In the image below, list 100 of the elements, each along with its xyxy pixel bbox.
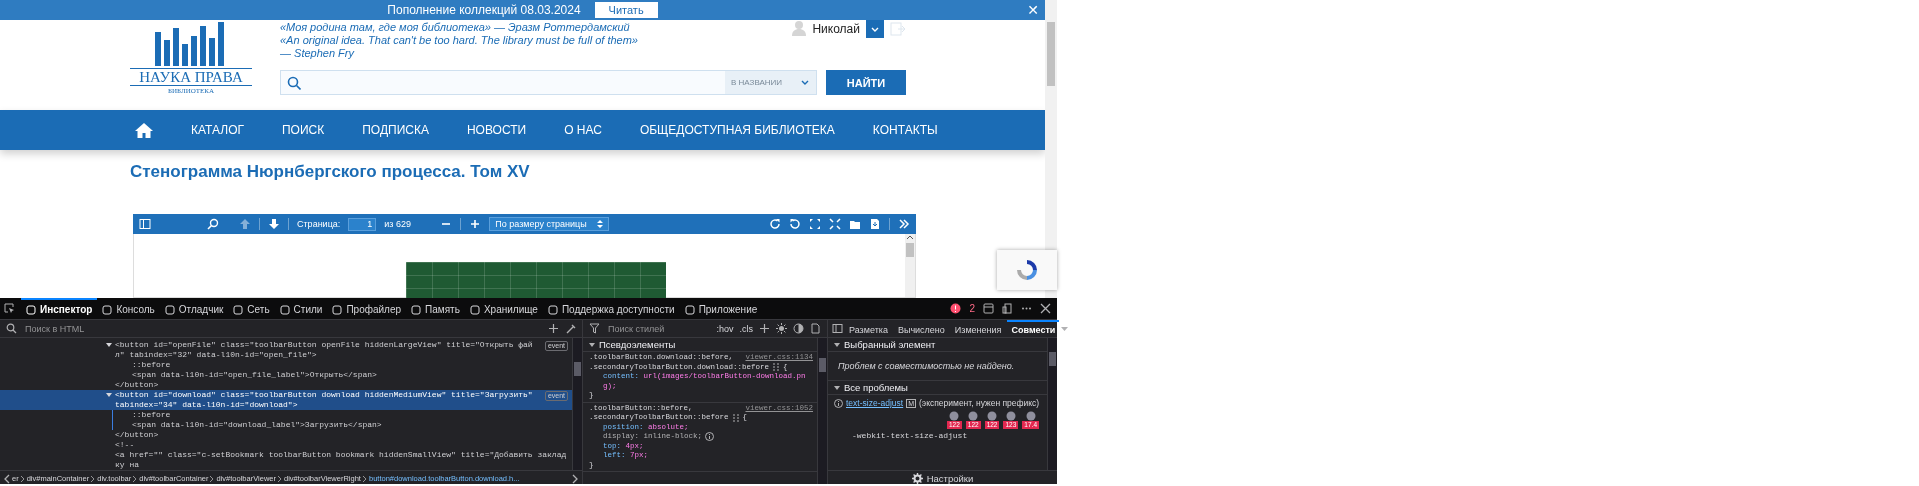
search-icon[interactable]	[207, 218, 219, 230]
scrollbar[interactable]	[572, 338, 582, 470]
home-icon[interactable]	[135, 122, 153, 138]
grid-icon[interactable]	[731, 413, 740, 422]
devtools-tab[interactable]: Консоль	[97, 298, 160, 319]
contrast-icon[interactable]	[793, 323, 804, 334]
expand-icon[interactable]	[809, 218, 821, 230]
html-node[interactable]: ::before	[113, 360, 572, 370]
responsive-icon[interactable]	[1002, 303, 1013, 314]
html-node[interactable]: <a href="" class="c-setBookmark toolbarButton bookmark hiddenSmallView" title="Добавить закладку на	[0, 450, 572, 470]
toggle-button[interactable]: :hov	[716, 323, 734, 334]
tab-icon	[411, 304, 422, 315]
eyedropper-icon[interactable]	[565, 323, 576, 334]
chevron-right-icon	[19, 474, 26, 483]
rotate-clockwise-icon[interactable]	[769, 218, 781, 230]
close-icon[interactable]	[1040, 303, 1051, 314]
tab-icon	[164, 304, 175, 315]
chevron-right-icon	[132, 474, 139, 483]
chevron-left-icon[interactable]	[3, 473, 11, 484]
fullscreen-icon[interactable]	[829, 218, 841, 230]
close-button[interactable]: ✕	[1027, 2, 1039, 18]
sidebar-tab[interactable]: Вычислено	[893, 320, 949, 337]
verification-badge[interactable]	[997, 250, 1057, 290]
search-button[interactable]: НАЙТИ	[826, 70, 906, 95]
exit-icon	[890, 20, 906, 36]
quote-text: — Stephen Fry	[280, 47, 356, 60]
sidebar-icon[interactable]	[832, 323, 843, 334]
devtools-tab[interactable]: Отладчик	[159, 298, 229, 319]
tab-icon	[102, 304, 113, 315]
document-icon[interactable]	[810, 323, 821, 334]
devtools-tab[interactable]: Память	[406, 298, 465, 319]
html-node[interactable]: ::before	[113, 410, 572, 420]
html-node[interactable]: <!--	[0, 440, 572, 450]
tab-icon	[684, 304, 695, 315]
expand-caret-icon[interactable]	[589, 341, 595, 348]
browser-icon	[1025, 411, 1036, 421]
layout-icon[interactable]	[983, 303, 994, 314]
nav-link[interactable]: НОВОСТИ	[466, 123, 527, 137]
sidebar-tab[interactable]: Совмести	[1007, 320, 1060, 337]
browser-icon	[1005, 411, 1016, 421]
scrollbar[interactable]	[817, 338, 827, 484]
nav-link[interactable]: КОНТАКТЫ	[872, 123, 938, 137]
closing-tag: </button>	[0, 430, 572, 440]
devtools-tab[interactable]: Инспектор	[21, 298, 98, 319]
info-icon	[834, 398, 843, 408]
html-node[interactable]: <span data-l10n-id="download_label">Загрузить</span>	[113, 420, 572, 430]
chevron-right-icon[interactable]	[571, 473, 579, 484]
updown-icon	[596, 219, 603, 229]
property-alias: -webkit-text-size-adjust	[851, 430, 969, 440]
nav-link[interactable]: ПОДПИСКА	[362, 123, 429, 137]
double-chevron-icon[interactable]	[898, 218, 910, 230]
sidebar-tab[interactable]: Изменения	[950, 320, 1006, 337]
page-count: из 629	[384, 219, 411, 229]
person-icon	[792, 20, 807, 36]
tab-icon	[332, 304, 343, 315]
rotate-counterclockwise-icon[interactable]	[789, 218, 801, 230]
plus-icon[interactable]	[759, 323, 770, 334]
expand-caret-icon[interactable]	[106, 391, 112, 399]
html-search-field[interactable]: Поиск в HTML	[23, 322, 542, 335]
page-number-field[interactable]: 1	[348, 217, 377, 231]
devtools-tab[interactable]: Приложение	[679, 298, 763, 319]
folder-icon[interactable]	[849, 218, 861, 230]
quote-text: «Моя родина там, где моя библиотека» — Эразм Роттердамский	[280, 21, 631, 34]
plus-icon[interactable]	[548, 323, 559, 334]
nav-link[interactable]: КАТАЛОГ	[191, 123, 244, 137]
nav-link[interactable]: О НАС	[564, 123, 602, 137]
info-icon[interactable]	[705, 432, 715, 442]
user-name[interactable]: Николай	[812, 20, 860, 38]
devtools-tab[interactable]: Хранилище	[464, 298, 543, 319]
sun-icon[interactable]	[776, 323, 787, 334]
page-label: Страница:	[297, 219, 341, 229]
download-icon[interactable]	[869, 218, 881, 230]
devtools-tab[interactable]: Сеть	[228, 298, 275, 319]
read-button[interactable]: Читать	[594, 2, 658, 18]
element-picker-icon[interactable]	[4, 303, 15, 314]
filter-icon	[589, 323, 600, 334]
html-node[interactable]: <span data-l10n-id="open_file_label">Открыть</span>	[113, 370, 572, 380]
error-icon[interactable]	[950, 303, 962, 314]
toggle-button[interactable]: .cls	[739, 323, 753, 334]
styles-search-field[interactable]: Поиск стилей	[606, 322, 711, 335]
nav-link[interactable]: ПОИСК	[281, 123, 325, 137]
tab-icon	[233, 304, 244, 315]
sidebar-tab[interactable]: Разметка	[845, 320, 892, 337]
arrow-down-icon[interactable]	[268, 218, 280, 230]
grid-icon[interactable]	[772, 363, 781, 372]
chevron-right-icon	[209, 474, 216, 483]
scrollbar[interactable]	[1047, 338, 1057, 470]
devtools-tab[interactable]: Стили	[274, 298, 328, 319]
section-heading: Псевдоэлементы	[599, 339, 676, 350]
devtools-tab[interactable]: Профайлер	[327, 298, 407, 319]
nav-link[interactable]: ОБЩЕДОСТУПНАЯ БИБЛИОТЕКА	[639, 123, 835, 137]
scrollbar[interactable]	[905, 234, 915, 297]
devtools-tab[interactable]: Поддержка доступности	[542, 298, 680, 319]
tab-icon	[26, 304, 36, 315]
user-menu-button[interactable]	[866, 20, 884, 38]
chevron-right-icon	[90, 474, 97, 483]
zoom-dropdown[interactable]: По размеру страницы	[489, 217, 609, 231]
property-link[interactable]: text-size-adjust	[846, 398, 904, 408]
settings-label[interactable]: Настройки	[926, 473, 974, 484]
expand-caret-icon[interactable]	[106, 341, 112, 349]
